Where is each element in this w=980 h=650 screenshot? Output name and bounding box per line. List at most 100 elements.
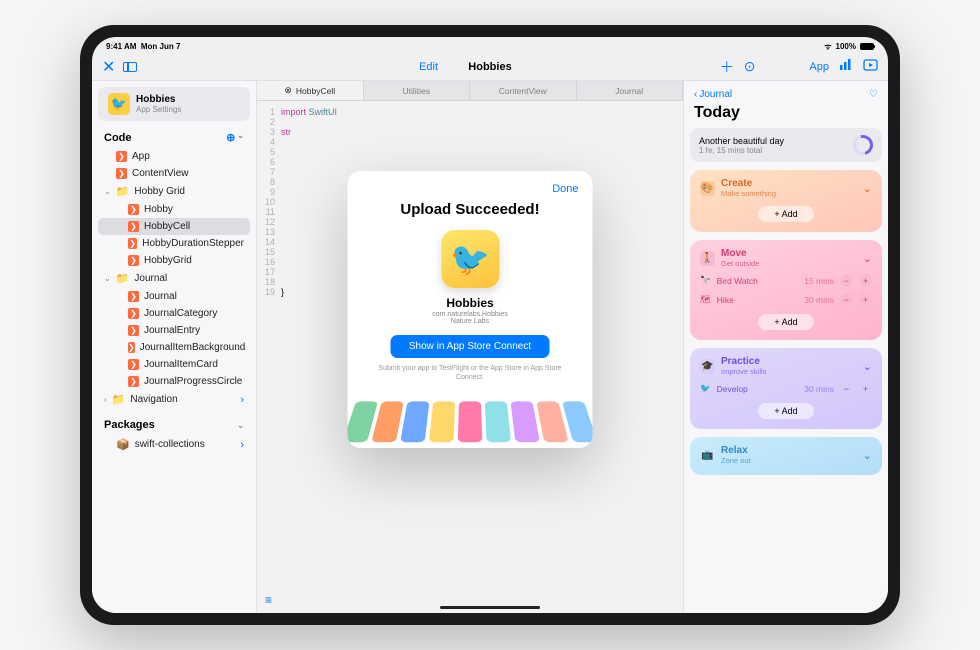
project-header[interactable]: 🐦 Hobbies App Settings xyxy=(98,87,250,121)
heart-icon[interactable]: ♡ xyxy=(869,89,878,100)
file-app[interactable]: ❯App xyxy=(98,148,250,165)
file-journalentry[interactable]: ❯JournalEntry xyxy=(98,322,250,339)
package-icon: 📦 xyxy=(116,438,130,451)
app-icon: 🐦 xyxy=(441,230,499,288)
chevron-right-icon: › xyxy=(104,395,107,404)
file-hobby[interactable]: ❯Hobby xyxy=(98,201,250,218)
file-journalitemcard[interactable]: ❯JournalItemCard xyxy=(98,356,250,373)
project-name: Hobbies xyxy=(136,94,181,105)
folder-hobbygrid[interactable]: ⌄📁Hobby Grid xyxy=(98,182,250,201)
swift-icon: ❯ xyxy=(128,359,139,370)
swift-icon: ❯ xyxy=(128,255,139,266)
chevron-down-icon: ⌄ xyxy=(104,187,111,196)
file-contentview[interactable]: ❯ContentView xyxy=(98,165,250,182)
add-create-button[interactable]: + Add xyxy=(758,206,813,222)
project-icon: 🐦 xyxy=(108,93,130,115)
add-file-button[interactable]: ⊕ ⌄ xyxy=(226,131,244,144)
ipad-frame: 9:41 AM Mon Jun 7 ᯤ 100% ✕ Edit Hobbies … xyxy=(80,25,900,625)
file-hobbydurationstepper[interactable]: ❯HobbyDurationStepper xyxy=(98,235,250,252)
home-indicator[interactable] xyxy=(440,606,540,609)
modal-bundle-id: com.naturelabs.Hobbies xyxy=(432,311,508,318)
file-journal[interactable]: ❯Journal xyxy=(98,288,250,305)
modal-hint: Submit your app to TestFlight or the App… xyxy=(372,364,569,382)
file-journalitembackground[interactable]: ❯JournalItemBackground xyxy=(98,339,250,356)
swift-icon: ❯ xyxy=(128,342,135,353)
minus-button[interactable]: − xyxy=(840,293,853,306)
practice-card: 🎓 PracticeImprove skills ⌄ 🐦 Develop 30 … xyxy=(690,348,882,429)
file-journalcategory[interactable]: ❯JournalCategory xyxy=(98,305,250,322)
plus-button[interactable]: + xyxy=(859,293,872,306)
folder-icon: 📁 xyxy=(116,272,130,285)
palette-icon: 🎨 xyxy=(700,181,715,196)
swift-icon: ❯ xyxy=(128,238,137,249)
done-button[interactable]: Done xyxy=(552,183,578,195)
close-button[interactable]: ✕ xyxy=(102,57,115,77)
status-time: 9:41 AM xyxy=(106,42,136,51)
walk-icon: 🚶 xyxy=(700,251,715,266)
package-swift-collections[interactable]: 📦swift-collections› xyxy=(98,435,250,454)
modal-app-name: Hobbies xyxy=(446,296,493,310)
plus-button[interactable]: + xyxy=(859,382,872,395)
folder-icon: 📁 xyxy=(116,185,130,198)
disclosure-icon: › xyxy=(240,439,244,451)
chevron-down-icon[interactable]: ⌄ xyxy=(863,182,872,195)
minus-button[interactable]: − xyxy=(840,382,853,395)
swift-icon: ❯ xyxy=(128,325,139,336)
file-hobbygrid[interactable]: ❯HobbyGrid xyxy=(98,252,250,269)
wifi-icon: ᯤ xyxy=(824,41,831,52)
swift-icon: ❯ xyxy=(116,151,127,162)
preview-title: Today xyxy=(690,102,882,128)
summary-line2: 1 hr, 15 mins total xyxy=(699,146,784,155)
folder-navigation[interactable]: ›📁Navigation› xyxy=(98,390,250,409)
move-row-birdwatch: 🔭 Bird Watch 15 mins − + xyxy=(700,274,872,287)
project-subtitle: App Settings xyxy=(136,105,181,114)
battery-pct: 100% xyxy=(836,42,856,51)
toolbar: ✕ Edit Hobbies ＋ ⊙ App xyxy=(92,53,888,81)
summary-card[interactable]: Another beautiful day 1 hr, 15 mins tota… xyxy=(690,128,882,162)
folder-journal[interactable]: ⌄📁Journal xyxy=(98,269,250,288)
run-preview-icon[interactable] xyxy=(863,58,878,76)
more-button[interactable]: ⊙ xyxy=(744,58,756,75)
chevron-down-icon[interactable]: ⌄ xyxy=(863,449,872,462)
add-button[interactable]: ＋ xyxy=(720,57,734,77)
show-in-app-store-connect-button[interactable]: Show in App Store Connect xyxy=(391,335,549,358)
file-journalprogresscircle[interactable]: ❯JournalProgressCircle xyxy=(98,373,250,390)
modal-org: Nature Labs xyxy=(451,318,489,325)
metrics-icon[interactable] xyxy=(839,58,853,76)
plus-button[interactable]: + xyxy=(859,274,872,287)
swift-icon: ❯ xyxy=(128,204,139,215)
preview-pane: ‹ Journal ♡ Today Another beautiful day … xyxy=(683,81,888,613)
tv-icon: 📺 xyxy=(700,448,715,463)
chevron-down-icon[interactable]: ⌄ xyxy=(863,252,872,265)
edit-button[interactable]: Edit xyxy=(419,61,438,73)
minus-button[interactable]: − xyxy=(840,274,853,287)
sidebar-toggle-icon[interactable] xyxy=(123,62,137,72)
run-target[interactable]: App xyxy=(809,61,829,73)
file-navigator: 🐦 Hobbies App Settings Code ⊕ ⌄ ❯App ❯Co… xyxy=(92,81,257,613)
relax-card: 📺 RelaxZone out ⌄ xyxy=(690,437,882,475)
move-row-hike: 🗺 Hike 30 mins − + xyxy=(700,293,872,306)
add-move-button[interactable]: + Add xyxy=(758,314,813,330)
file-hobbycell[interactable]: ❯HobbyCell xyxy=(98,218,250,235)
toolbar-center: Hobbies xyxy=(468,61,511,73)
bird-icon: 🐦 xyxy=(700,383,711,394)
add-practice-button[interactable]: + Add xyxy=(758,403,813,419)
packages-section-header: Packages ⌄ xyxy=(92,415,256,435)
back-button[interactable]: ‹ Journal xyxy=(694,89,732,100)
create-card: 🎨 CreateMake something ⌄ + Add xyxy=(690,170,882,232)
map-icon: 🗺 xyxy=(700,294,711,305)
window-title: Hobbies xyxy=(468,61,511,73)
chevron-down-icon[interactable]: ⌄ xyxy=(863,360,872,373)
move-card: 🚶 MoveGet outside ⌄ 🔭 Bird Watch 15 mins… xyxy=(690,240,882,340)
code-section-header: Code ⊕ ⌄ xyxy=(92,127,256,148)
status-date: Mon Jun 7 xyxy=(141,42,181,51)
swift-icon: ❯ xyxy=(128,291,139,302)
status-bar: 9:41 AM Mon Jun 7 ᯤ 100% xyxy=(92,37,888,53)
screen: 9:41 AM Mon Jun 7 ᯤ 100% ✕ Edit Hobbies … xyxy=(92,37,888,613)
swift-icon: ❯ xyxy=(128,376,139,387)
code-editor: ⊗HobbyCell Utilities ContentView Journal… xyxy=(257,81,683,613)
disclosure-icon: › xyxy=(240,394,244,406)
folder-icon: 📁 xyxy=(112,393,126,406)
summary-line1: Another beautiful day xyxy=(699,136,784,146)
graduation-icon: 🎓 xyxy=(700,359,715,374)
